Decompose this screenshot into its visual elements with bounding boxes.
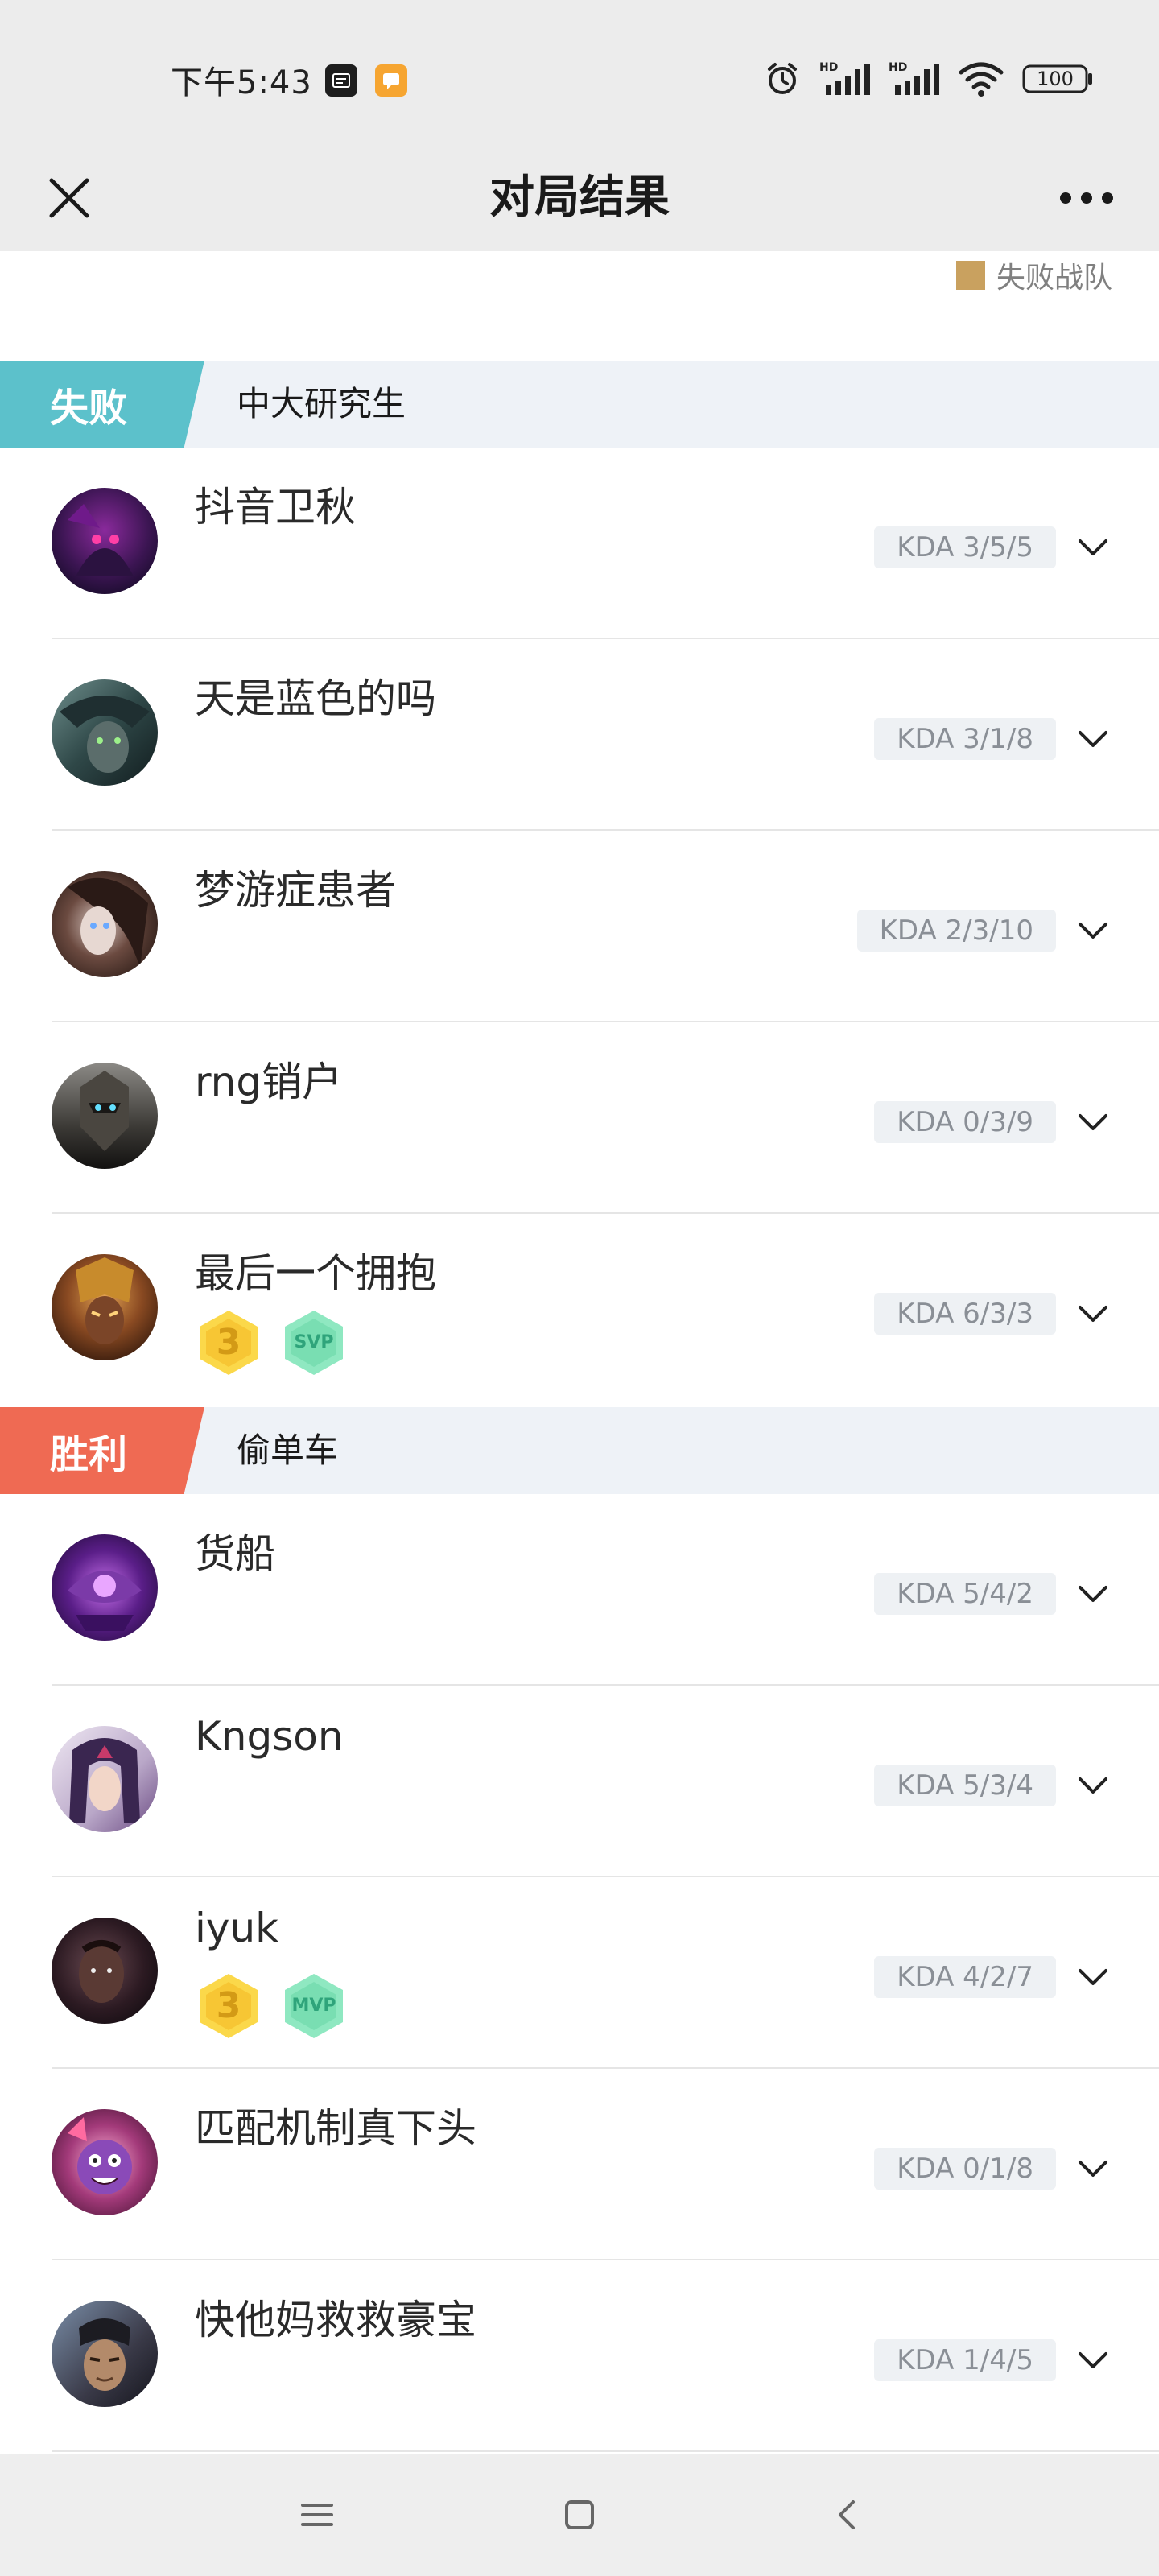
player-name: Kngson [195,1713,344,1760]
achievement-badges: 3 SVP [195,1309,348,1377]
champion-avatar [52,2109,158,2215]
row-divider [52,2450,1159,2452]
kda-chip: KDA 1/4/5 [874,2339,1056,2381]
team-name: 偷单车 [237,1430,339,1470]
triple-kill-badge: 3 [195,1972,262,2040]
player-row[interactable]: 天是蓝色的吗 KDA 3/1/8 [0,639,1159,831]
svg-text:HD: HD [819,61,838,74]
chevron-down-icon[interactable] [1072,910,1114,952]
chevron-down-icon[interactable] [1072,1573,1114,1615]
more-dots-icon [1060,192,1113,204]
kda-chip: KDA 2/3/10 [856,910,1056,952]
chevron-down-icon[interactable] [1072,2339,1114,2381]
battery-level: 100 [1037,68,1074,90]
chevron-down-icon[interactable] [1072,1101,1114,1143]
status-icons: HD HD 100 [763,58,1095,100]
title-bar: 对局结果 [0,145,1159,251]
champion-avatar [52,1534,158,1641]
message-notification-icon [375,64,407,97]
mvp-badge: MVP [280,1972,348,2040]
player-name: 快他妈救救豪宝 [195,2297,476,2343]
back-nav-button[interactable] [818,2486,876,2544]
svg-text:HD: HD [889,61,907,74]
battery-icon: 100 [1022,63,1095,95]
player-row[interactable]: 匹配机制真下头 KDA 0/1/8 [0,2069,1159,2260]
svp-badge: SVP [280,1309,348,1377]
champion-avatar [52,2301,158,2407]
menu-icon [301,2504,333,2526]
player-row[interactable]: 货船 KDA 5/4/2 [0,1494,1159,1686]
player-name: 匹配机制真下头 [195,2105,476,2152]
chevron-down-icon[interactable] [1072,1956,1114,1998]
chevron-down-icon[interactable] [1072,1293,1114,1335]
player-row[interactable]: 最后一个拥抱 3 SVP KDA 6/3/3 [0,1214,1159,1406]
team-name: 中大研究生 [237,384,406,423]
champion-avatar [52,1726,158,1832]
chevron-down-icon[interactable] [1072,526,1114,568]
system-nav-bar [0,2454,1159,2576]
legend-swatch [955,261,985,290]
player-name: 天是蓝色的吗 [195,675,436,722]
player-row[interactable]: Kngson KDA 5/3/4 [0,1686,1159,1877]
kda-chip: KDA 3/1/8 [874,718,1056,760]
result-badge-win: 胜利 [0,1407,204,1494]
alarm-icon [763,60,802,98]
player-row[interactable]: 快他妈救救豪宝 KDA 1/4/5 [0,2260,1159,2452]
signal-hd-icon-2: HD [889,60,940,98]
close-icon [49,178,89,218]
legend: 失败战队 [955,253,1112,298]
player-name: rng销户 [195,1059,343,1105]
kda-chip: KDA 3/5/5 [874,526,1056,568]
kda-chip: KDA 5/3/4 [874,1765,1056,1806]
player-row[interactable]: iyuk 3 MVP KDA 4/2/7 [0,1877,1159,2069]
page-title: 对局结果 [489,171,670,224]
kda-chip: KDA 5/4/2 [874,1573,1056,1615]
champion-avatar [52,871,158,977]
champion-avatar [52,1918,158,2024]
champion-avatar [52,488,158,594]
player-name: 货船 [195,1530,275,1577]
menu-nav-button[interactable] [288,2486,346,2544]
player-name: 最后一个拥抱 [195,1250,436,1297]
champion-avatar [52,679,158,786]
kda-chip: KDA 0/3/9 [874,1101,1056,1143]
chevron-down-icon[interactable] [1072,718,1114,760]
status-bar: 下午5:43 HD HD 100 [0,0,1159,145]
wifi-icon [958,60,1004,98]
legend-label: 失败战队 [996,262,1112,295]
kda-chip: KDA 4/2/7 [874,1956,1056,1998]
chevron-down-icon[interactable] [1072,2148,1114,2190]
achievement-badges: 3 MVP [195,1972,348,2040]
champion-avatar [52,1063,158,1169]
player-row[interactable]: rng销户 KDA 0/3/9 [0,1022,1159,1214]
chevron-down-icon[interactable] [1072,1765,1114,1806]
home-nav-button[interactable] [551,2486,608,2544]
player-name: iyuk [195,1905,279,1951]
player-row[interactable]: 抖音卫秋 KDA 3/5/5 [0,448,1159,639]
back-chevron-icon [839,2500,855,2529]
more-options-button[interactable] [1046,158,1127,238]
triple-kill-badge: 3 [195,1309,262,1377]
close-button[interactable] [24,153,114,243]
status-time: 下午5:43 [171,64,312,101]
kda-chip: KDA 6/3/3 [874,1293,1056,1335]
kda-chip: KDA 0/1/8 [874,2148,1056,2190]
app-notification-icon [325,64,357,97]
player-name: 梦游症患者 [195,867,396,914]
result-badge-loss: 失败 [0,361,204,448]
signal-hd-icon: HD [819,60,871,98]
player-name: 抖音卫秋 [195,484,356,530]
champion-avatar [52,1254,158,1360]
player-row[interactable]: 梦游症患者 KDA 2/3/10 [0,831,1159,1022]
team-header-win: 胜利 偷单车 [0,1407,1159,1494]
team-header-loss: 失败 中大研究生 [0,361,1159,448]
home-square-icon [565,2500,594,2529]
